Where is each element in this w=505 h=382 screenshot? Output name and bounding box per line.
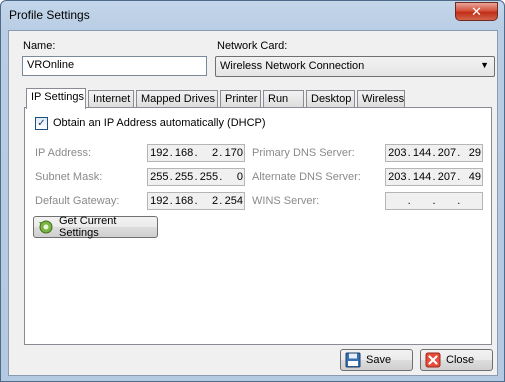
ip-octet: 0 [236,171,243,183]
tab-label: Wireless [362,93,405,105]
dhcp-label: Obtain an IP Address automatically (DHCP… [53,117,266,129]
subnet-mask-label: Subnet Mask: [35,171,103,183]
tab-wireless[interactable]: Wireless [357,90,405,108]
close-label: Close [446,354,475,366]
tab-label: IP Settings [31,91,84,103]
get-current-settings-button[interactable]: Get Current Settings [33,215,158,239]
dialog-body: Name: VROnline Network Card: Wireless Ne… [8,30,498,376]
ip-octet: 144 [412,171,432,183]
tab-label: Desktop [311,93,352,105]
tab-ip-settings[interactable]: IP Settings [26,88,86,109]
ip-octet: 170 [224,147,243,159]
ip-octet: 192 [150,147,169,159]
ip-settings-panel: ✓ Obtain an IP Address automatically (DH… [24,107,492,345]
ip-octet: 255 [174,171,194,183]
wins-server-field[interactable]: . . . [385,192,483,210]
default-gateway-field[interactable]: 192. 168. 2. 254 [147,192,245,210]
window-close-button[interactable]: ✕ [455,2,498,21]
network-card-value: Wireless Network Connection [220,60,365,72]
network-card-label: Network Card: [217,40,288,52]
alternate-dns-label: Alternate DNS Server: [252,171,361,183]
ip-address-field[interactable]: 192. 168. 2. 170 [147,144,245,162]
ip-octet: 2 [212,195,219,207]
tab-internet[interactable]: Internet [88,90,134,108]
ip-octet: 203 [388,171,407,183]
floppy-disk-icon [344,352,362,368]
tab-label: Run [268,93,289,105]
ip-octet: 168 [174,147,194,159]
ip-address-label: IP Address: [35,147,92,159]
profile-settings-window: Profile Settings ✕ Name: VROnline Networ… [0,0,505,382]
close-button[interactable]: Close [420,349,493,371]
chevron-down-icon: ▼ [480,60,489,70]
tab-label: Printer [225,93,258,105]
ip-octet: 144 [412,147,432,159]
ip-octet: 254 [224,195,243,207]
tab-label: Mapped Drives [141,93,215,105]
wins-server-label: WINS Server: [252,195,320,207]
close-icon: ✕ [471,4,482,19]
ip-octet: 203 [388,147,407,159]
primary-dns-label: Primary DNS Server: [252,147,355,159]
ip-octet: 255 [199,171,219,183]
subnet-mask-field[interactable]: 255. 255. 255. 0 [147,168,245,186]
ip-octet: 192 [150,195,169,207]
ip-octet: 2 [212,147,219,159]
red-x-icon [424,352,442,368]
get-current-settings-label: Get Current Settings [59,215,117,239]
ip-octet: 49 [468,171,481,183]
save-label: Save [366,354,392,366]
title-bar[interactable]: Profile Settings ✕ [1,1,504,31]
default-gateway-label: Default Gateway: [35,195,120,207]
network-card-select[interactable]: Wireless Network Connection ▼ [215,56,495,77]
tab-mapped-drives[interactable]: Mapped Drives [136,90,218,108]
name-input[interactable]: VROnline [22,56,207,76]
tab-label: Internet [93,93,131,105]
ip-octet: 255 [150,171,169,183]
window-title: Profile Settings [9,8,90,22]
dhcp-checkbox[interactable]: ✓ [35,117,48,130]
network-refresh-icon [37,219,55,235]
save-button[interactable]: Save [340,349,413,371]
ip-octet: 207 [437,147,457,159]
ip-octet: 29 [468,147,481,159]
ip-octet: 207 [437,171,457,183]
primary-dns-field[interactable]: 203. 144. 207. 29 [385,144,483,162]
tab-desktop[interactable]: Desktop [306,90,355,108]
ip-octet: 168 [174,195,194,207]
name-label: Name: [23,40,56,52]
tab-run[interactable]: Run [263,90,304,108]
alternate-dns-field[interactable]: 203. 144. 207. 49 [385,168,483,186]
tab-printer[interactable]: Printer [220,90,261,108]
